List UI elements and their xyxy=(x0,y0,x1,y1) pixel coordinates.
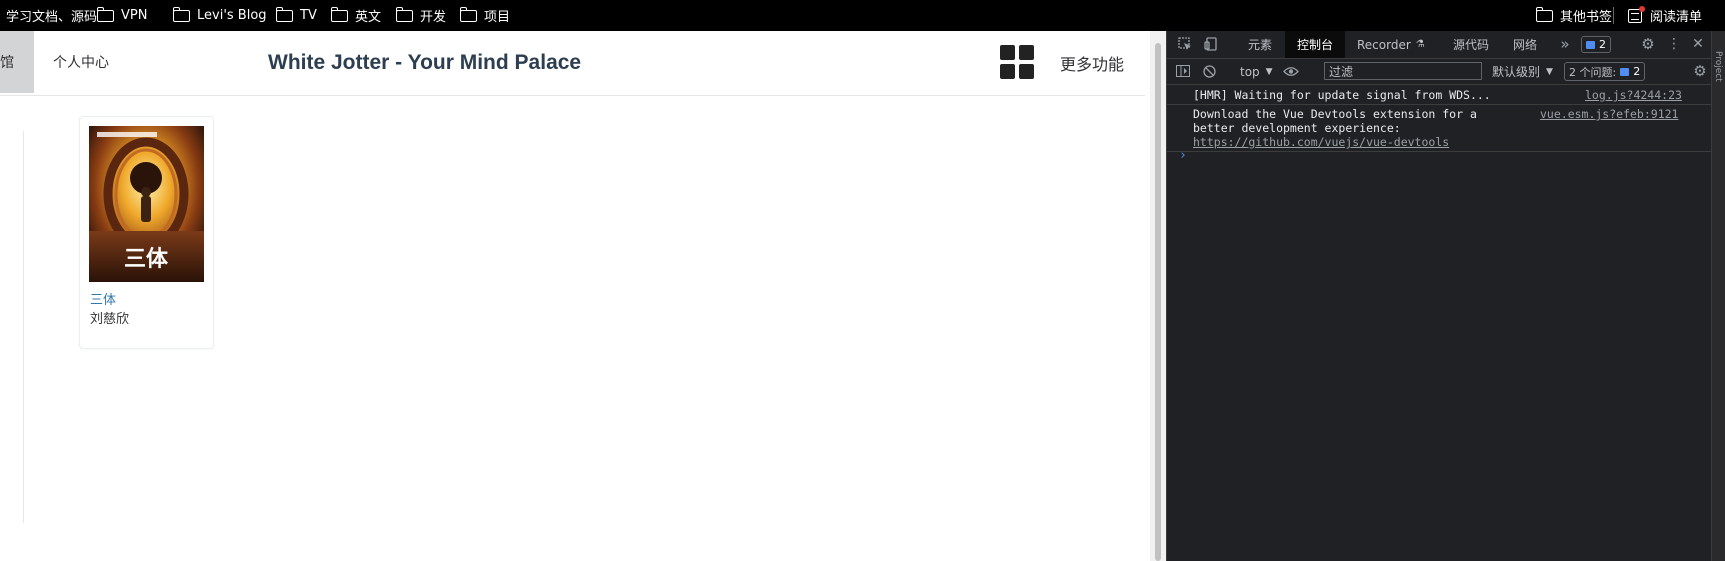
tab-label: Recorder xyxy=(1357,37,1411,52)
book-author: 刘慈欣 xyxy=(90,312,130,327)
folder-icon xyxy=(459,6,477,22)
bookmark-label: 英文 xyxy=(355,10,382,25)
bookmark-label: TV xyxy=(300,8,317,23)
close-icon[interactable]: ✕ xyxy=(1690,36,1706,52)
nav-item-label: 馆 xyxy=(0,55,14,71)
bookmark-projects[interactable]: 项目 xyxy=(459,0,511,31)
message-icon xyxy=(1620,67,1630,76)
reading-list-icon xyxy=(1628,5,1645,23)
log-message: [HMR] Waiting for update signal from WDS… xyxy=(1193,88,1491,102)
log-message-line2: better development experience: xyxy=(1193,121,1401,135)
log-divider xyxy=(1167,104,1712,105)
tab-sources[interactable]: 源代码 xyxy=(1453,31,1489,58)
issues-badge[interactable]: 2 xyxy=(1581,36,1611,53)
bookmark-label: 其他书签 xyxy=(1560,10,1613,25)
bookmark-vpn[interactable]: VPN xyxy=(96,0,148,31)
tab-label: 网络 xyxy=(1513,38,1538,52)
bookmark-label: Levi's Blog xyxy=(197,8,267,23)
context-label: top xyxy=(1240,64,1260,79)
bookmarks-bar: 学习文档、源码 VPN Levi's Blog TV 英文 开发 项目 其他书签… xyxy=(0,0,1725,31)
reading-list-label: 阅读清单 xyxy=(1650,10,1703,25)
console-settings-icon[interactable]: ⚙ xyxy=(1692,62,1708,80)
folder-icon xyxy=(330,6,348,22)
inspect-element-icon[interactable] xyxy=(1177,36,1193,52)
site-title: White Jotter - Your Mind Palace xyxy=(268,51,582,74)
flask-icon: ⚗ xyxy=(1415,39,1425,50)
bookmark-levis-blog[interactable]: Levi's Blog xyxy=(172,0,267,31)
bookmark-label: 学习文档、源码 xyxy=(6,10,98,25)
console-toolbar: top ▼ 过滤 默认级别 ▼ 2 个问题: 2 ⚙ xyxy=(1167,59,1712,85)
badge-count: 2 xyxy=(1599,38,1606,51)
log-source-link[interactable]: vue.esm.js?efeb:9121 xyxy=(1540,107,1678,121)
bookmark-label: VPN xyxy=(121,8,148,23)
tab-console[interactable]: 控制台 xyxy=(1285,31,1346,58)
kebab-menu-icon[interactable]: ⋮ xyxy=(1666,36,1682,52)
nav-item-user-center[interactable]: 个人中心 xyxy=(53,31,109,93)
bookmark-divider xyxy=(1613,7,1614,24)
context-selector[interactable]: top ▼ xyxy=(1240,59,1273,84)
book-cover-image[interactable]: 三体 xyxy=(89,126,204,282)
log-divider xyxy=(1167,151,1712,152)
clear-console-icon[interactable] xyxy=(1201,63,1217,79)
bookmark-other[interactable]: 其他书签 xyxy=(1535,0,1613,31)
page-scrollbar-thumb[interactable] xyxy=(1155,43,1161,561)
bookmark-dev[interactable]: 开发 xyxy=(395,0,447,31)
bookmark-study-docs[interactable]: 学习文档、源码 xyxy=(6,0,97,31)
more-functions-label: 更多功能 xyxy=(1060,55,1125,74)
filter-placeholder: 过滤 xyxy=(1329,64,1354,79)
tab-elements[interactable]: 元素 xyxy=(1248,31,1272,58)
log-level-dropdown[interactable]: 默认级别 ▼ xyxy=(1492,59,1553,84)
tab-network[interactable]: 网络 xyxy=(1513,31,1537,58)
tab-recorder[interactable]: Recorder ⚗ xyxy=(1357,31,1425,58)
sidebar-toggle-icon[interactable] xyxy=(1175,63,1191,79)
console-prompt[interactable]: › xyxy=(1179,148,1187,163)
live-expression-eye-icon[interactable] xyxy=(1283,63,1299,79)
tab-label: 控制台 xyxy=(1297,38,1334,52)
folder-icon xyxy=(1535,6,1553,22)
bookmark-label: 项目 xyxy=(484,10,511,25)
nav-item-library[interactable]: 馆 xyxy=(0,31,34,93)
folder-icon xyxy=(172,6,190,22)
log-message: Download the Vue Devtools extension for … xyxy=(1193,107,1477,121)
book-title[interactable]: 三体 xyxy=(90,289,116,308)
vue-devtools-link[interactable]: https://github.com/vuejs/vue-devtools xyxy=(1193,135,1449,149)
devtools-panel: 元素 控制台 Recorder ⚗ 源代码 网络 » 2 ⚙ ⋮ ✕ top ▼ 过… xyxy=(1166,31,1712,561)
log-level-label: 默认级别 xyxy=(1492,65,1541,79)
issues-count: 2 xyxy=(1633,65,1641,78)
bookmark-tv[interactable]: TV xyxy=(275,0,317,31)
dropdown-arrow-icon: ▼ xyxy=(1265,66,1273,77)
device-toolbar-icon[interactable] xyxy=(1203,36,1219,52)
folder-icon xyxy=(275,6,293,22)
more-tabs-icon[interactable]: » xyxy=(1558,35,1572,53)
settings-icon[interactable]: ⚙ xyxy=(1640,35,1656,53)
reading-list[interactable]: 阅读清单 xyxy=(1628,0,1702,31)
sidebar-divider xyxy=(23,131,24,523)
tab-label: 元素 xyxy=(1248,38,1273,52)
bookmark-english[interactable]: 英文 xyxy=(330,0,382,31)
book-cover-title: 三体 xyxy=(124,247,169,272)
issues-label: 2 个问题: xyxy=(1569,65,1617,79)
book-card[interactable]: 三体 三体 刘慈欣 xyxy=(79,116,214,349)
nav-item-label: 个人中心 xyxy=(53,55,109,71)
issues-counter[interactable]: 2 个问题: 2 xyxy=(1564,62,1646,81)
folder-icon xyxy=(395,6,413,22)
folder-icon xyxy=(96,6,114,22)
message-icon xyxy=(1586,40,1595,49)
top-navbar: 馆 个人中心 White Jotter - Your Mind Palace 更… xyxy=(0,31,1145,96)
page-viewport: 馆 个人中心 White Jotter - Your Mind Palace 更… xyxy=(0,31,1145,561)
devtools-tabbar: 元素 控制台 Recorder ⚗ 源代码 网络 » 2 ⚙ ⋮ ✕ xyxy=(1167,31,1712,59)
console-filter-input[interactable]: 过滤 xyxy=(1324,62,1482,80)
bookmark-label: 开发 xyxy=(420,10,447,25)
log-source-link[interactable]: log.js?4244:23 xyxy=(1585,88,1682,102)
more-functions-menu[interactable]: 更多功能 xyxy=(1060,31,1124,95)
tab-label: 源代码 xyxy=(1453,38,1490,52)
devtools-side-strip: Project xyxy=(1711,31,1725,561)
side-strip-label: Project xyxy=(1713,51,1723,82)
grid-menu-icon[interactable] xyxy=(1000,45,1034,79)
dropdown-arrow-icon: ▼ xyxy=(1546,66,1553,77)
